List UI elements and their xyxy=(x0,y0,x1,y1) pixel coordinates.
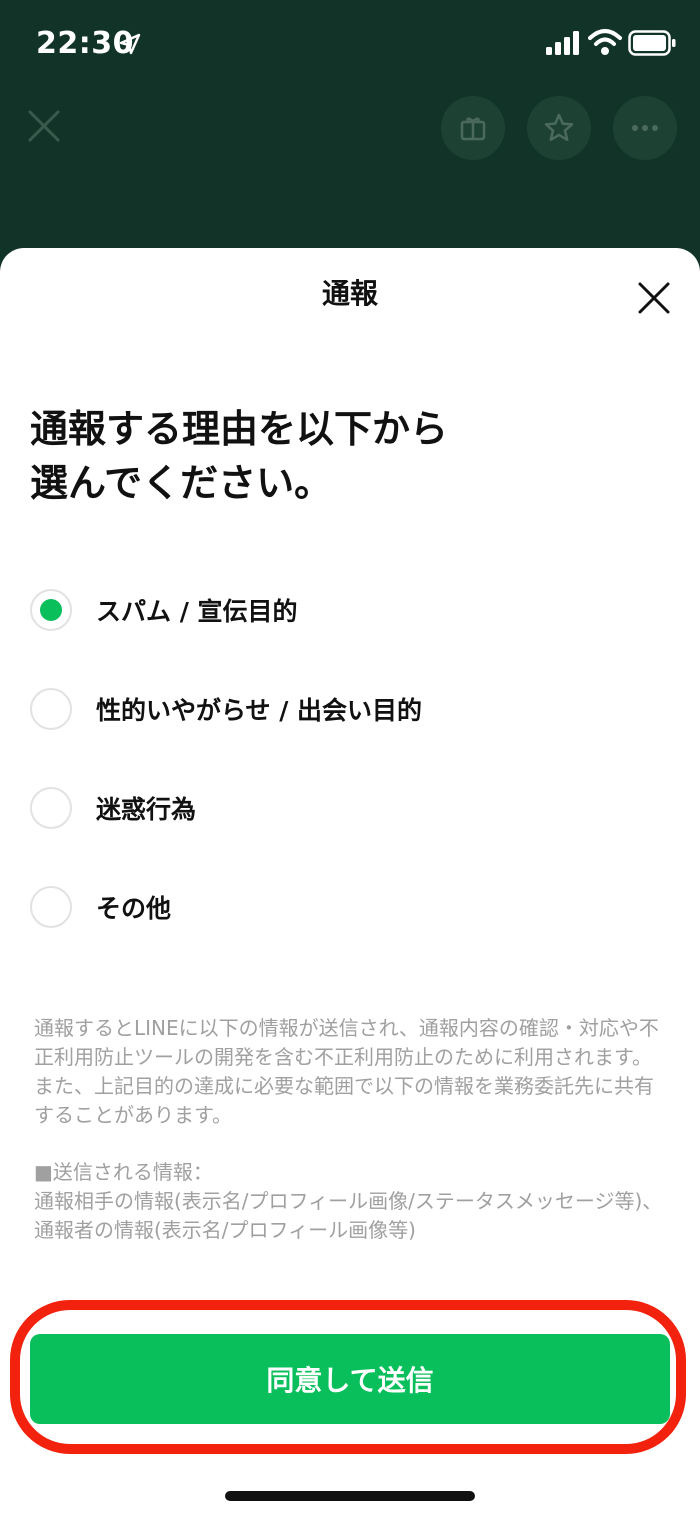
prompt-heading: 通報する理由を以下から 選んでください。 xyxy=(30,402,650,510)
radio-button[interactable] xyxy=(30,687,72,730)
prompt-line-1: 通報する理由を以下から xyxy=(30,407,449,451)
present-button[interactable] xyxy=(441,96,505,160)
present-icon xyxy=(460,117,486,141)
option-label: 性的いやがらせ / 出会い目的 xyxy=(96,695,423,725)
option-sexual-harassment[interactable]: 性的いやがらせ / 出会い目的 xyxy=(30,659,670,758)
wifi-icon xyxy=(588,29,622,55)
more-button[interactable] xyxy=(613,96,677,160)
sheet-title: 通報 xyxy=(321,277,378,310)
option-label: その他 xyxy=(96,893,172,923)
home-indicator xyxy=(225,1491,475,1501)
notice-info-heading: ■送信される情報： xyxy=(34,1160,213,1184)
report-sheet: 通報 通報する理由を以下から 選んでください。 スパム / 宣伝目的 性的いやが… xyxy=(0,248,700,1516)
more-icon xyxy=(632,125,658,131)
agree-and-send-button[interactable]: 同意して送信 xyxy=(30,1334,670,1424)
favorite-button[interactable] xyxy=(527,96,591,160)
signal-icon xyxy=(546,31,579,55)
radio-button[interactable] xyxy=(30,786,72,829)
reason-options: スパム / 宣伝目的 性的いやがらせ / 出会い目的 迷惑行為 その他 xyxy=(30,560,670,956)
option-label: スパム / 宣伝目的 xyxy=(96,596,298,626)
radio-button-selected[interactable] xyxy=(30,588,72,631)
option-label: 迷惑行為 xyxy=(96,794,197,824)
notice-paragraph-1: 通報するとLINEに以下の情報が送信され、通報内容の確認・対応や不正利用防止ツー… xyxy=(34,1016,659,1069)
screen: 22:30 通報 通報する理由を以下から 選んでください。 スパム / 宣伝目的… xyxy=(0,0,700,1516)
star-icon xyxy=(544,113,574,142)
battery-icon xyxy=(628,30,676,56)
status-bar: 22:30 xyxy=(0,0,700,88)
notice-info-body: 通報相手の情報(表示名/プロフィール画像/ステータスメッセージ等)、通報者の情報… xyxy=(34,1189,663,1242)
close-icon[interactable] xyxy=(630,274,678,322)
radio-button[interactable] xyxy=(30,885,72,928)
prompt-line-2: 選んでください。 xyxy=(30,461,333,505)
option-nuisance[interactable]: 迷惑行為 xyxy=(30,758,670,857)
background-close-icon[interactable] xyxy=(24,106,64,146)
notice-paragraph-2: また、上記目的の達成に必要な範囲で以下の情報を業務委託先に共有することがあります… xyxy=(34,1074,654,1127)
location-arrow-icon xyxy=(119,33,141,55)
option-other[interactable]: その他 xyxy=(30,857,670,956)
radio-dot xyxy=(40,598,62,621)
privacy-notice: 通報するとLINEに以下の情報が送信され、通報内容の確認・対応や不正利用防止ツー… xyxy=(34,1014,664,1245)
option-spam[interactable]: スパム / 宣伝目的 xyxy=(30,560,670,659)
